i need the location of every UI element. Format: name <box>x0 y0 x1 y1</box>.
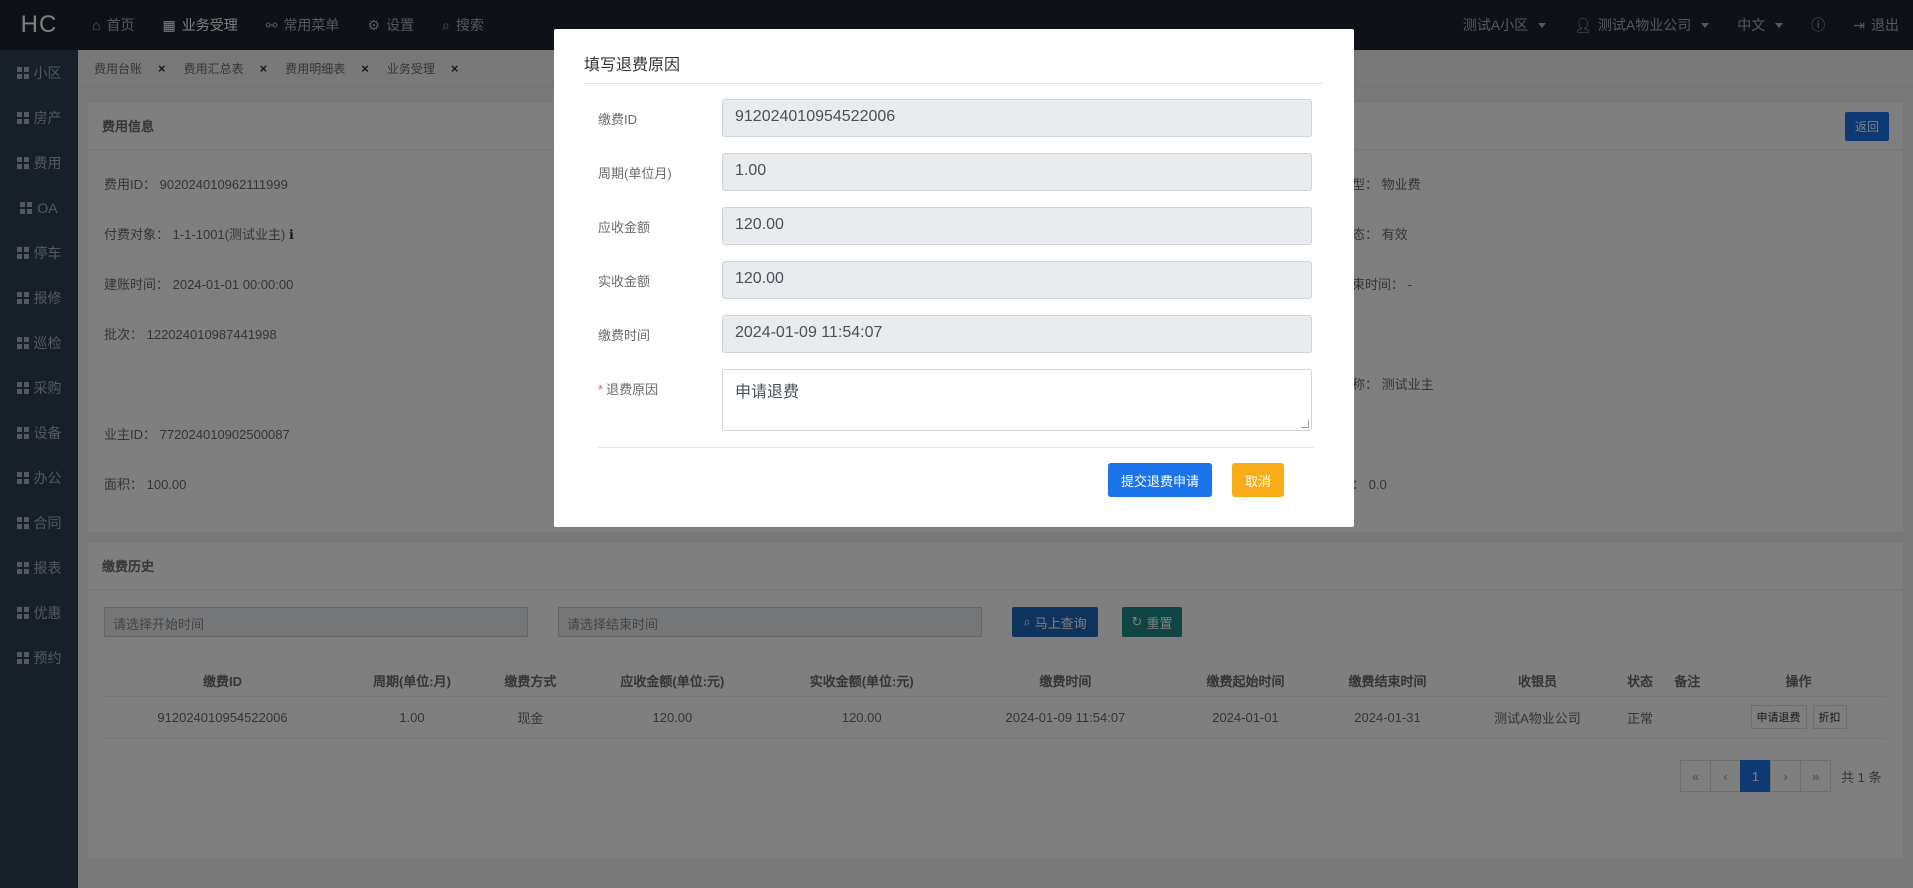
divider <box>598 447 1314 448</box>
divider <box>584 83 1324 84</box>
required-marker: * <box>598 382 604 397</box>
resize-handle-icon[interactable] <box>1301 420 1309 428</box>
submit-refund-button[interactable]: 提交退费申请 <box>1108 463 1212 497</box>
cancel-button[interactable]: 取消 <box>1232 463 1284 497</box>
payment-id-input[interactable]: 912024010954522006 <box>722 99 1312 137</box>
modal-title: 填写退费原因 <box>584 57 681 74</box>
field-label: * 退费原因 <box>598 379 658 398</box>
field-label: 缴费ID <box>598 112 638 127</box>
field-label: 周期(单位月) <box>598 166 672 181</box>
received-input[interactable]: 120.00 <box>722 261 1312 299</box>
field-label: 应收金额 <box>598 220 651 235</box>
reason-label: 退费原因 <box>606 382 659 397</box>
field-label: 缴费时间 <box>598 328 651 343</box>
reason-text: 申请退费 <box>735 384 800 401</box>
cycle-input[interactable]: 1.00 <box>722 153 1312 191</box>
refund-reason-textarea[interactable]: 申请退费 <box>722 369 1312 431</box>
field-label: 实收金额 <box>598 274 651 289</box>
refund-reason-modal: 填写退费原因 缴费ID 912024010954522006 周期(单位月) 1… <box>554 29 1354 527</box>
receivable-input[interactable]: 120.00 <box>722 207 1312 245</box>
pay-time-input[interactable]: 2024-01-09 11:54:07 <box>722 315 1312 353</box>
